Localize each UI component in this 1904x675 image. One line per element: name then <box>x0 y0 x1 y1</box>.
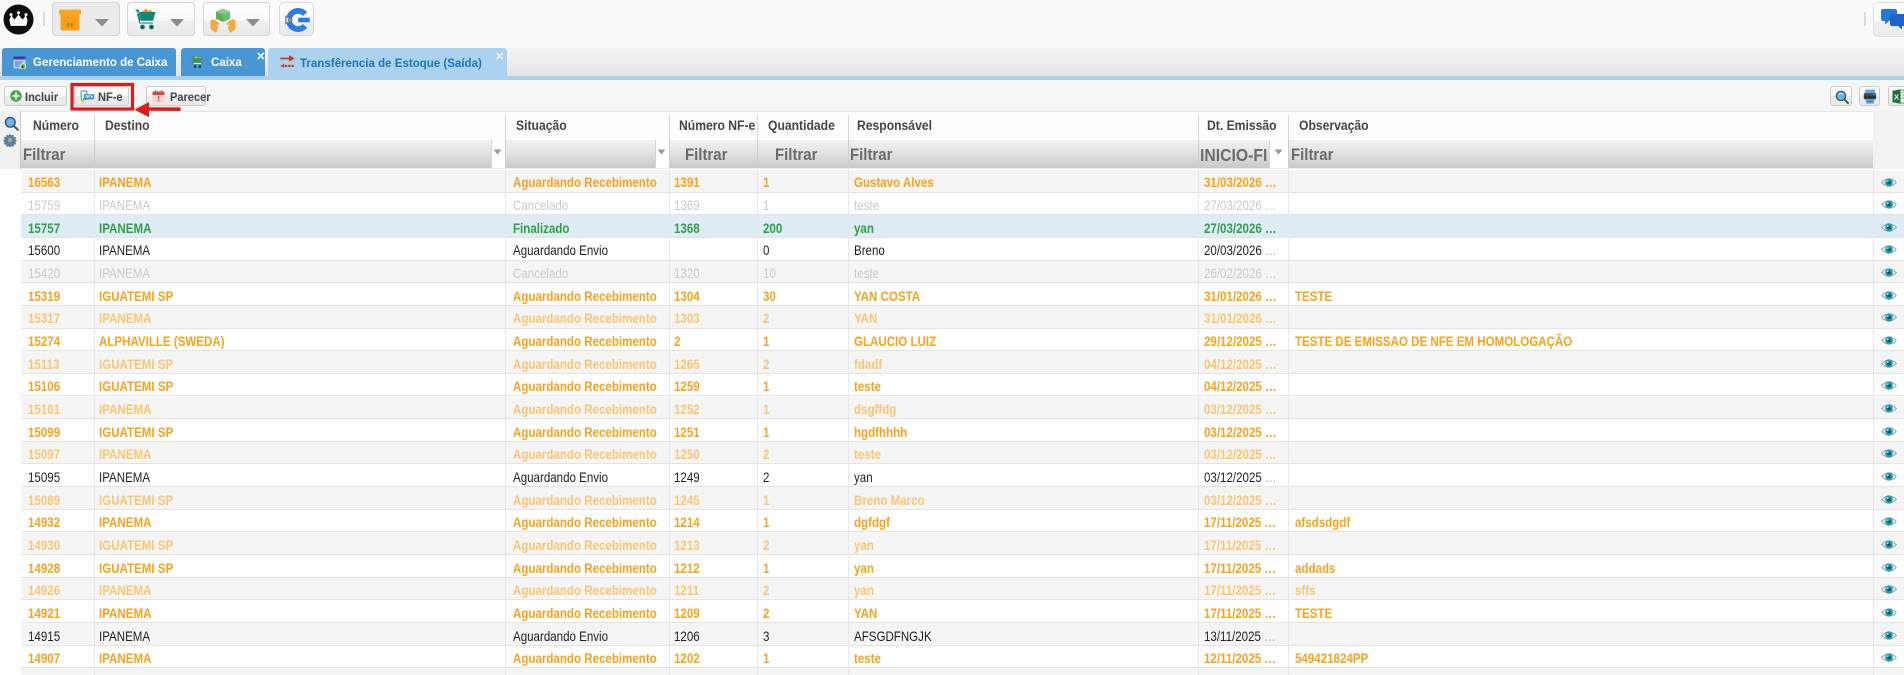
svg-text:X: X <box>1894 93 1899 102</box>
